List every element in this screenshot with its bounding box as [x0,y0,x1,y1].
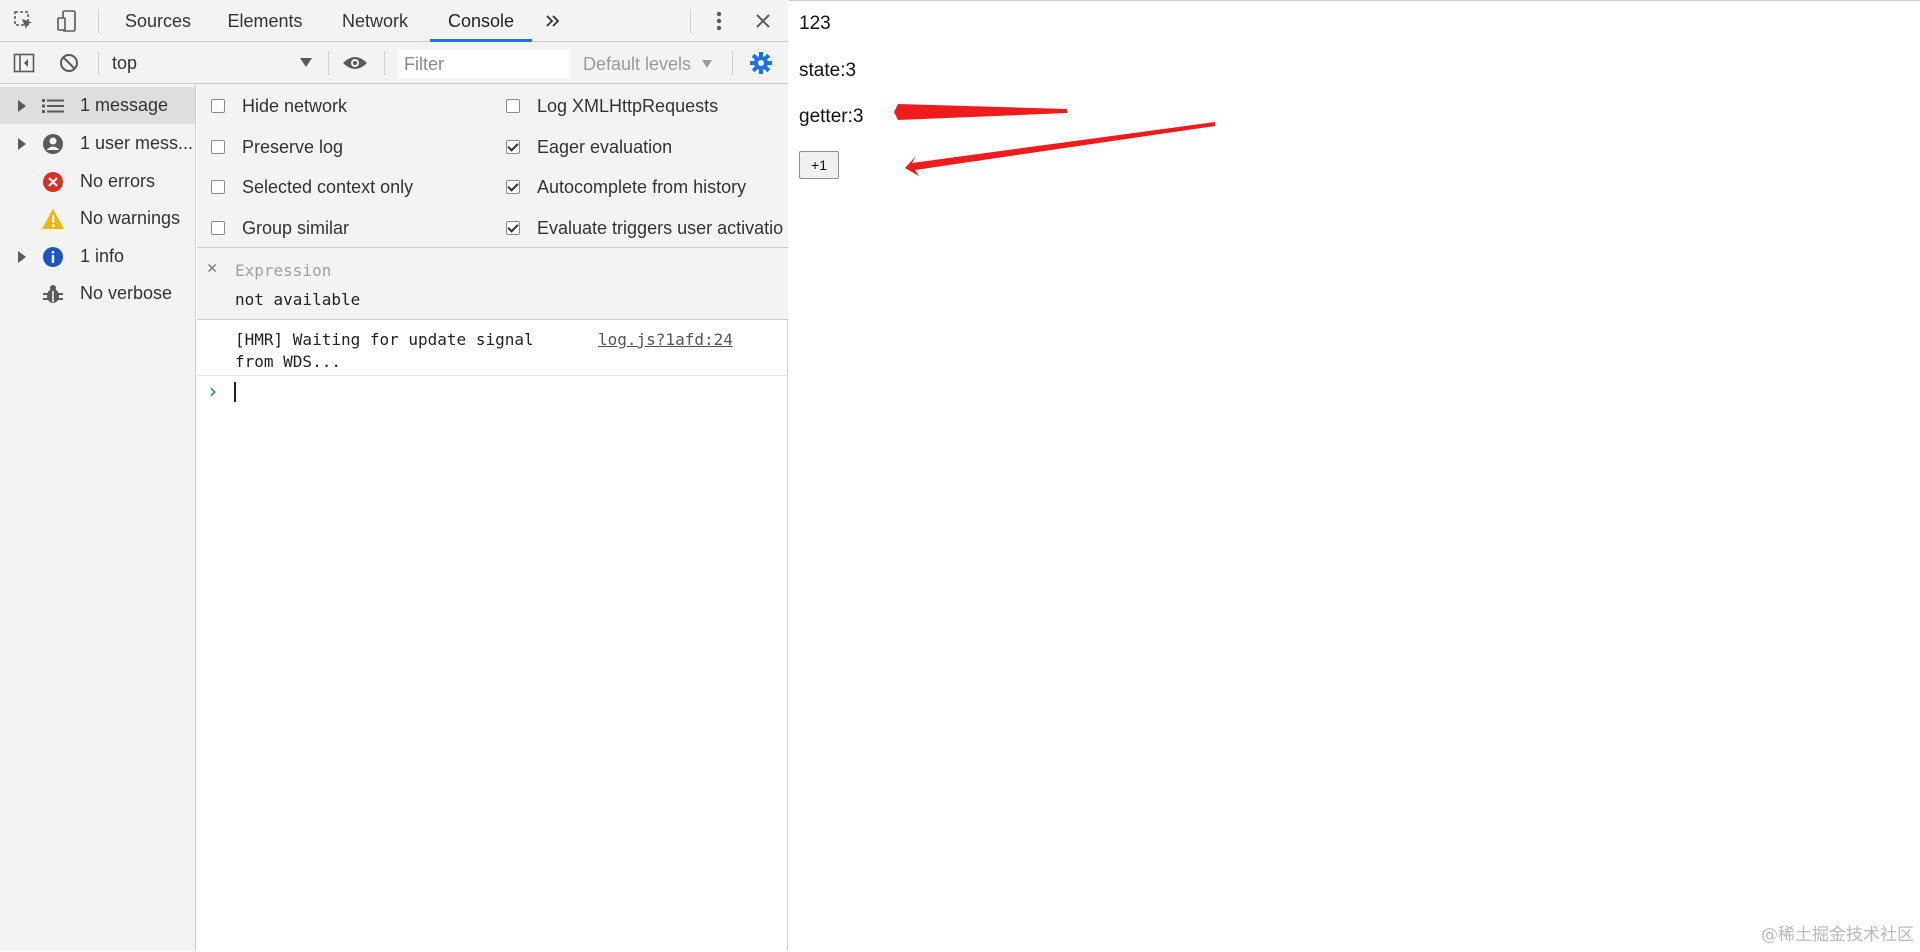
evaluate-triggers-checkbox[interactable] [506,221,520,235]
devtools-panel: Sources Elements Network Console top Fil… [0,0,788,951]
state-text: state:3 [799,60,857,81]
inspect-element-icon[interactable] [11,9,37,33]
expand-arrow-icon[interactable] [18,250,26,263]
page-text-value: 123 [799,13,831,34]
tab-network[interactable]: Network [333,0,417,42]
eager-evaluation-checkbox[interactable] [506,140,520,154]
sidebar-item-errors[interactable]: No errors [0,163,195,200]
warning-icon [41,207,65,231]
list-icon [41,94,65,118]
text-caret [234,382,236,402]
toolbar-divider [690,9,691,33]
checkbox-label: Group similar [242,217,350,238]
sidebar-item-label: 1 info [80,246,125,266]
filter-input[interactable] [398,50,570,78]
annotation-arrows [894,98,1215,176]
console-message-text: [HMR] Waiting for update signal from WDS… [235,330,534,371]
expression-input[interactable]: Expression [235,261,331,280]
log-xhr-option[interactable]: Log XMLHttpRequests [506,93,718,119]
getter-text: getter:3 [799,106,864,127]
autocomplete-history-option[interactable]: Autocomplete from history [506,174,746,200]
sidebar-item-label: 1 message [80,95,169,115]
expand-arrow-icon[interactable] [18,99,26,112]
tab-elements[interactable]: Elements [220,0,310,42]
chevron-down-icon[interactable] [300,58,312,67]
toolbar-divider [328,51,329,75]
sidebar-item-label: No errors [80,171,156,191]
chevron-down-icon[interactable] [702,60,712,68]
sidebar-item-user-messages[interactable]: 1 user mess... [0,125,195,162]
info-icon [41,245,65,269]
autocomplete-history-checkbox[interactable] [506,180,520,194]
toolbar-divider [384,51,385,75]
page-viewport: 123 state:3 getter:3 +1 @稀土掘金技术社区 [789,0,1920,951]
console-settings-pane: Hide network Preserve log Selected conte… [197,84,788,248]
console-message: [HMR] Waiting for update signal from WDS… [197,321,788,376]
gear-icon[interactable] [748,51,774,75]
increment-button[interactable]: +1 [799,151,839,179]
clear-console-icon[interactable] [56,51,82,75]
selected-context-option[interactable]: Selected context only [211,174,413,200]
group-similar-checkbox[interactable] [211,221,225,235]
context-selector[interactable]: top [112,50,312,76]
prompt-chevron-icon: › [209,379,217,403]
preserve-log-checkbox[interactable] [211,140,225,154]
user-icon [41,132,65,156]
sidebar-toggle-icon[interactable] [11,51,37,75]
tab-console[interactable]: Console [430,0,532,42]
live-expression: ✕ Expression not available [197,248,788,320]
checkbox-label: Preserve log [242,136,344,157]
log-levels-dropdown[interactable]: Default levels [583,50,691,78]
sidebar-item-messages[interactable]: 1 message [0,87,195,124]
bug-icon [41,282,65,306]
hide-network-checkbox[interactable] [211,99,225,113]
log-xhr-checkbox[interactable] [506,99,520,113]
checkbox-label: Selected context only [242,176,414,197]
sidebar-item-label: 1 user mess... [80,133,194,153]
checkbox-label: Hide network [242,95,348,116]
group-similar-option[interactable]: Group similar [211,215,349,241]
checkbox-label: Eager evaluation [537,136,673,157]
console-sidebar: 1 message 1 user mess... No errors No wa… [0,84,196,951]
tab-sources[interactable]: Sources [118,0,198,42]
console-prompt[interactable]: › [197,377,788,407]
eye-icon[interactable] [342,51,368,75]
preserve-log-option[interactable]: Preserve log [211,134,343,160]
more-options-icon[interactable] [706,9,732,33]
hide-network-option[interactable]: Hide network [211,93,347,119]
arrow-to-getter [894,98,1067,126]
close-icon[interactable] [750,9,776,33]
device-toolbar-icon[interactable] [54,9,80,33]
watermark: @稀土掘金技术社区 [1761,925,1914,945]
eager-evaluation-option[interactable]: Eager evaluation [506,134,672,160]
checkbox-label: Log XMLHttpRequests [537,95,719,116]
expression-result: not available [235,290,361,309]
expand-arrow-icon[interactable] [18,137,26,150]
sidebar-item-warnings[interactable]: No warnings [0,200,195,237]
close-icon[interactable]: ✕ [207,258,217,278]
toolbar-divider [732,51,733,75]
sidebar-item-label: No warnings [80,208,181,228]
toolbar-divider [98,51,99,75]
sidebar-item-info[interactable]: 1 info [0,238,195,275]
devtools-tab-bar: Sources Elements Network Console [0,0,788,42]
chevrons-right-icon[interactable] [540,9,566,33]
console-message-source-link[interactable]: log.js?1afd:24 [598,329,733,351]
selected-context-checkbox[interactable] [211,180,225,194]
checkbox-label: Evaluate triggers user activatio [537,217,784,238]
toolbar-divider [98,9,99,33]
error-icon [41,170,65,194]
sidebar-item-verbose[interactable]: No verbose [0,275,195,312]
console-toolbar: top Default levels [0,42,788,84]
arrow-to-button [905,122,1215,176]
evaluate-triggers-option[interactable]: Evaluate triggers user activatio [506,215,788,241]
checkbox-label: Autocomplete from history [537,176,747,197]
sidebar-item-label: No verbose [80,283,173,303]
